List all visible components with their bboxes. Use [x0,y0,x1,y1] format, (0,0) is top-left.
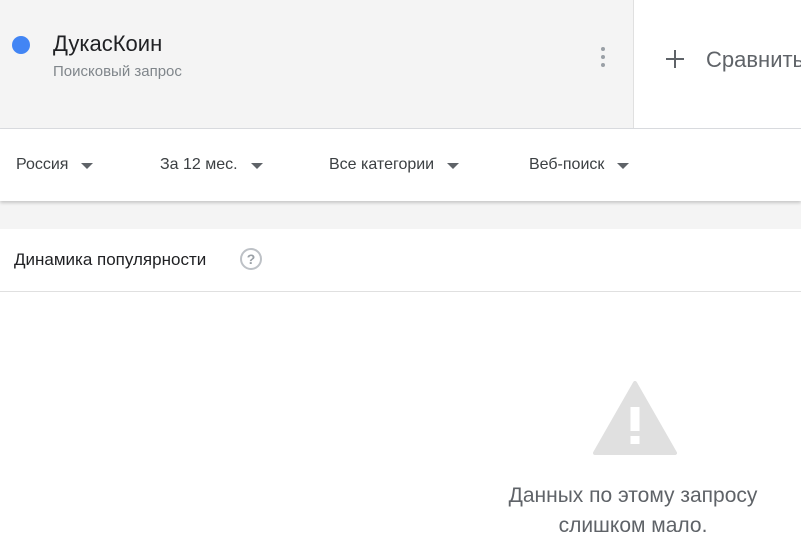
search-type-label: Веб-поиск [529,156,605,173]
empty-state-line-2: слишком мало. [558,514,708,537]
caret-down-icon [447,162,460,169]
category-dropdown[interactable]: Все категории [329,129,460,201]
region-label: Россия [16,156,69,173]
search-term-card[interactable]: ДукасКоин Поисковый запрос [0,0,634,128]
interest-over-time-card: Динамика популярности ? Данных по этому … [0,229,801,549]
more-vert-icon[interactable] [590,42,616,72]
caret-down-icon [617,162,630,169]
search-type-dropdown[interactable]: Веб-поиск [529,129,630,201]
card-header: Динамика популярности ? [0,229,801,292]
caret-down-icon [81,162,94,169]
search-term-name[interactable]: ДукасКоин [53,30,162,58]
period-label: За 12 мес. [160,156,238,173]
empty-state-line-1: Данных по этому запросу [508,484,758,507]
empty-state-message: Данных по этому запросу слишком мало. [483,481,783,541]
term-header: ДукасКоин Поисковый запрос Сравнить [0,0,801,129]
region-dropdown[interactable]: Россия [16,129,94,201]
compare-label: Сравнить [706,47,801,72]
category-label: Все категории [329,156,435,173]
term-color-dot [12,36,30,54]
filter-bar: Россия За 12 мес. Все категории Веб-поис… [0,129,801,201]
section-divider [0,201,801,229]
plus-icon [664,48,686,70]
compare-button[interactable]: Сравнить [634,0,801,128]
card-title: Динамика популярности [14,250,207,269]
help-icon[interactable]: ? [240,248,262,270]
caret-down-icon [250,162,263,169]
search-term-type: Поисковый запрос [53,63,182,80]
warning-icon [593,381,677,455]
period-dropdown[interactable]: За 12 мес. [160,129,263,201]
